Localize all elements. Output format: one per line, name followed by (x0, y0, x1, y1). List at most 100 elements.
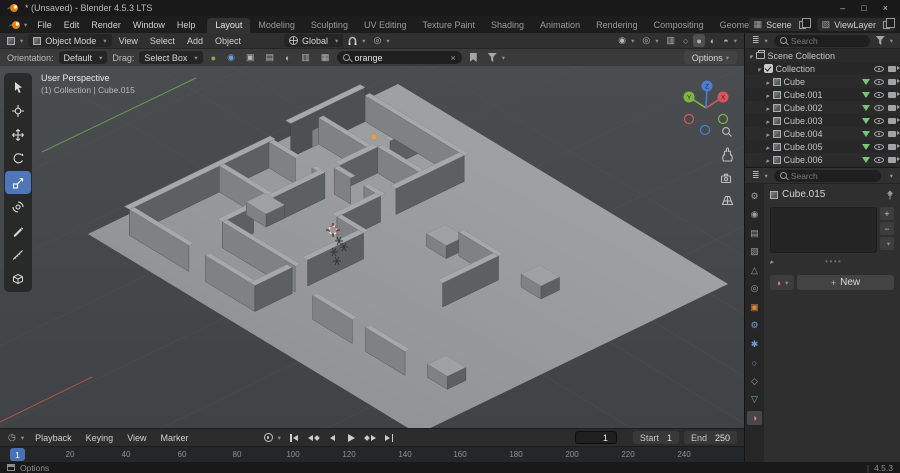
falloff-button-3[interactable] (262, 51, 277, 64)
axis-neg-z-ball[interactable] (699, 124, 711, 136)
add-slot-button[interactable] (880, 207, 894, 220)
expand-icon[interactable] (766, 142, 770, 152)
props-tab-particles[interactable] (747, 337, 762, 351)
expand-icon[interactable] (749, 51, 753, 61)
eye-icon[interactable] (874, 156, 884, 163)
properties-search-field[interactable] (773, 169, 881, 182)
outliner-row-cube[interactable]: Cube.003 (745, 114, 900, 127)
scene-selector[interactable]: Scene (748, 17, 811, 31)
outliner-row-cube[interactable]: Cube.005 (745, 140, 900, 153)
select-box-tool[interactable] (5, 75, 31, 98)
current-frame-field[interactable]: 1 (574, 431, 617, 444)
auto-keying-toggle[interactable] (261, 431, 284, 444)
eye-icon[interactable] (874, 78, 884, 85)
play-reverse-button[interactable] (324, 431, 341, 445)
timeline-editor-type-button[interactable] (5, 431, 27, 444)
menu-marker[interactable]: Marker (155, 429, 195, 446)
material-slot-list[interactable] (770, 207, 877, 253)
tab-compositing[interactable]: Compositing (646, 18, 712, 33)
camera-icon[interactable] (888, 78, 900, 85)
mode-dropdown[interactable]: Object Mode (28, 34, 112, 47)
drag-dropdown[interactable]: Select Box (139, 51, 203, 64)
prev-keyframe-button[interactable] (305, 431, 322, 445)
camera-icon[interactable] (888, 143, 900, 150)
axis-neg-y-ball[interactable] (717, 113, 729, 125)
falloff-button-5[interactable] (298, 51, 313, 64)
filter-button[interactable] (485, 51, 508, 64)
tab-animation[interactable]: Animation (532, 18, 588, 33)
menu-file[interactable]: File (31, 16, 58, 33)
minimize-icon[interactable]: – (840, 3, 845, 13)
menu-select[interactable]: Select (145, 33, 180, 48)
new-view-layer-icon[interactable] (883, 17, 895, 29)
annotate-tool[interactable] (5, 219, 31, 242)
outliner-search-field[interactable] (773, 34, 870, 47)
eye-icon[interactable] (874, 65, 884, 72)
eye-icon[interactable] (874, 91, 884, 98)
shading-wireframe-button[interactable] (680, 34, 691, 47)
new-scene-icon[interactable] (798, 17, 811, 29)
camera-icon[interactable] (888, 117, 900, 124)
menu-add[interactable]: Add (182, 33, 208, 48)
menu-view[interactable]: View (114, 33, 143, 48)
falloff-button-1[interactable] (224, 51, 238, 64)
browse-material-button[interactable] (770, 275, 794, 290)
expand-icon[interactable] (766, 90, 770, 100)
show-overlays-toggle[interactable] (639, 34, 661, 47)
falloff-button-2[interactable] (243, 51, 258, 64)
falloff-button-6[interactable] (318, 51, 333, 64)
properties-filter-button[interactable] (884, 169, 896, 182)
expand-icon[interactable] (766, 77, 770, 87)
timeline-ruler[interactable]: 20 40 60 80 100 120 140 160 180 200 220 … (0, 446, 744, 462)
frame-start-field[interactable]: Start 1 (632, 431, 679, 444)
next-keyframe-button[interactable] (362, 431, 379, 445)
viewport-3d[interactable]: X Y Z User Perspective (1) Collection | … (0, 66, 744, 428)
grip-handle-icon[interactable] (774, 257, 894, 266)
maximize-icon[interactable]: □ (861, 3, 866, 13)
camera-icon[interactable] (888, 104, 900, 111)
menu-playback[interactable]: Playback (29, 429, 78, 446)
outliner-row-collection[interactable]: Collection (745, 62, 900, 75)
menu-render[interactable]: Render (85, 16, 127, 33)
eye-icon[interactable] (874, 117, 884, 124)
tab-modeling[interactable]: Modeling (250, 18, 303, 33)
viewport-canvas[interactable]: X Y Z (0, 66, 744, 428)
viewport-search-field[interactable] (337, 51, 462, 64)
shading-rendered-button[interactable] (720, 34, 740, 47)
jump-end-button[interactable] (381, 431, 398, 445)
tab-shading[interactable]: Shading (483, 18, 532, 33)
snap-target-button[interactable] (208, 51, 219, 64)
camera-icon[interactable] (888, 65, 900, 72)
clear-search-icon[interactable] (450, 53, 455, 63)
outliner-row-cube[interactable]: Cube.001 (745, 88, 900, 101)
props-tab-output[interactable] (747, 226, 762, 240)
menu-help[interactable]: Help (171, 16, 202, 33)
outliner-row-cube[interactable]: Cube (745, 75, 900, 88)
pin-icon[interactable] (886, 190, 894, 200)
falloff-button-4[interactable] (282, 51, 293, 64)
jump-start-button[interactable] (286, 431, 303, 445)
props-tab-scene[interactable] (747, 263, 762, 277)
menu-tl-view[interactable]: View (121, 429, 152, 446)
show-gizmo-toggle[interactable] (615, 34, 637, 47)
properties-editor-type-button[interactable] (749, 169, 771, 182)
props-tab-material[interactable] (747, 411, 762, 425)
measure-tool[interactable] (5, 243, 31, 266)
eye-icon[interactable] (874, 104, 884, 111)
props-tab-modifiers[interactable] (747, 319, 762, 333)
outliner-row-cube[interactable]: Cube.004 (745, 127, 900, 140)
playhead[interactable]: 1 (10, 448, 25, 461)
outliner-editor-type-button[interactable] (749, 34, 771, 47)
expand-icon[interactable] (757, 64, 761, 74)
proportional-edit-toggle[interactable] (371, 34, 393, 47)
shading-material-button[interactable] (707, 34, 718, 47)
axis-neg-x-ball[interactable] (683, 113, 695, 125)
outliner-row-cube[interactable]: Cube.006 (745, 153, 900, 166)
transform-orientation-dropdown[interactable]: Global (283, 34, 344, 47)
view-layer-selector[interactable]: ViewLayer (816, 17, 895, 31)
props-tab-render[interactable] (747, 208, 762, 222)
play-button[interactable] (343, 431, 360, 445)
xray-toggle[interactable] (663, 34, 678, 47)
expand-icon[interactable] (766, 116, 770, 126)
props-tab-constraints[interactable] (747, 374, 762, 388)
